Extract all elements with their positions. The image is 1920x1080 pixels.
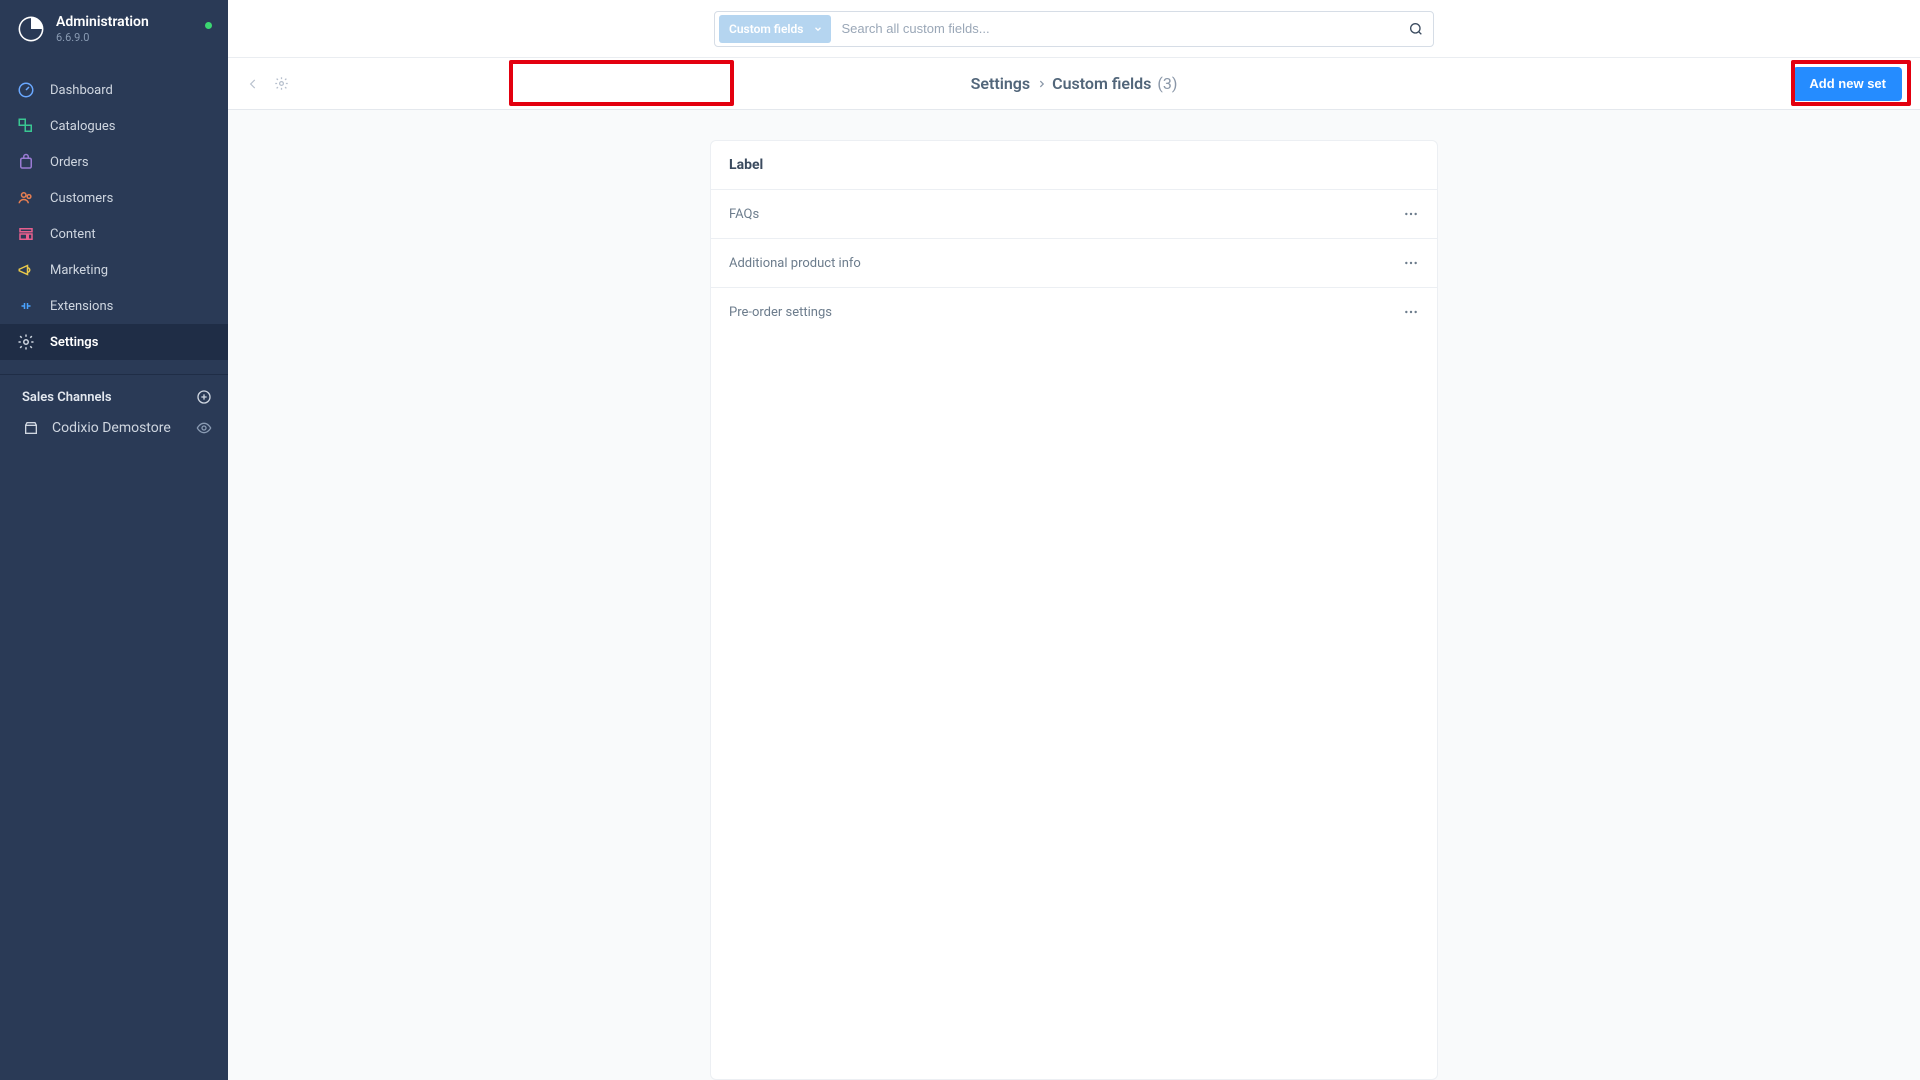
megaphone-icon	[16, 260, 36, 280]
global-search[interactable]: Custom fields	[714, 11, 1434, 47]
layout-icon	[16, 224, 36, 244]
app-version: 6.6.9.0	[56, 31, 149, 44]
nav-label: Catalogues	[50, 119, 116, 134]
breadcrumb-leaf: Custom fields	[1052, 74, 1151, 93]
main-area: Custom fields	[228, 0, 1920, 1080]
app-title: Administration	[56, 14, 149, 30]
row-actions-button[interactable]	[1403, 255, 1419, 271]
chevron-down-icon	[813, 24, 823, 34]
users-icon	[16, 188, 36, 208]
nav-item-content[interactable]: Content	[0, 216, 228, 252]
sales-channels-header: Sales Channels	[0, 375, 228, 413]
nav-label: Orders	[50, 155, 89, 170]
gear-icon	[16, 332, 36, 352]
nav-item-customers[interactable]: Customers	[0, 180, 228, 216]
back-button[interactable]	[246, 77, 260, 91]
nav-label: Marketing	[50, 263, 108, 278]
nav-label: Settings	[50, 335, 98, 350]
table-row[interactable]: Additional product info	[711, 239, 1437, 288]
add-new-set-button[interactable]: Add new set	[1793, 67, 1902, 101]
table-row[interactable]: FAQs	[711, 190, 1437, 239]
nav-item-settings[interactable]: Settings	[0, 324, 228, 360]
table-header-label: Label	[711, 141, 1437, 190]
breadcrumb-root[interactable]: Settings	[971, 74, 1031, 93]
page-header: Settings Custom fields (3) Add new set	[228, 58, 1920, 110]
chevron-right-icon	[1036, 79, 1046, 89]
storefront-icon	[22, 419, 40, 437]
annotation-box	[509, 60, 734, 106]
nav-label: Customers	[50, 191, 113, 206]
bag-icon	[16, 152, 36, 172]
nav-item-marketing[interactable]: Marketing	[0, 252, 228, 288]
status-indicator	[205, 22, 212, 29]
page-settings-button[interactable]	[274, 76, 289, 91]
sidebar-header: Administration 6.6.9.0	[0, 0, 228, 56]
gauge-icon	[16, 80, 36, 100]
eye-icon[interactable]	[196, 420, 212, 436]
custom-field-list: Label FAQs Additional product info Pre-o…	[710, 140, 1438, 1080]
row-label: Additional product info	[729, 256, 861, 271]
search-input[interactable]	[831, 12, 1399, 46]
content: Label FAQs Additional product info Pre-o…	[228, 110, 1920, 1080]
row-label: FAQs	[729, 207, 759, 222]
boxes-icon	[16, 116, 36, 136]
sales-channels-label: Sales Channels	[22, 390, 112, 405]
search-icon[interactable]	[1399, 21, 1433, 37]
add-channel-button[interactable]	[196, 389, 212, 405]
topbar: Custom fields	[228, 0, 1920, 58]
table-row[interactable]: Pre-order settings	[711, 288, 1437, 336]
sidebar: Administration 6.6.9.0 Dashboard Catalog…	[0, 0, 228, 1080]
app-logo[interactable]	[16, 14, 46, 44]
nav-item-orders[interactable]: Orders	[0, 144, 228, 180]
row-actions-button[interactable]	[1403, 304, 1419, 320]
breadcrumb: Settings Custom fields (3)	[971, 74, 1178, 93]
nav-label: Content	[50, 227, 96, 242]
search-scope-label: Custom fields	[729, 22, 803, 36]
sales-channel-item[interactable]: Codixio Demostore	[0, 413, 228, 443]
nav-item-dashboard[interactable]: Dashboard	[0, 72, 228, 108]
nav-label: Extensions	[50, 299, 113, 314]
nav-label: Dashboard	[50, 83, 113, 98]
channel-label: Codixio Demostore	[52, 420, 171, 436]
nav-item-catalogues[interactable]: Catalogues	[0, 108, 228, 144]
row-actions-button[interactable]	[1403, 206, 1419, 222]
main-nav: Dashboard Catalogues Orders	[0, 72, 228, 360]
row-label: Pre-order settings	[729, 305, 832, 320]
breadcrumb-count: (3)	[1157, 74, 1177, 93]
plug-icon	[16, 296, 36, 316]
nav-item-extensions[interactable]: Extensions	[0, 288, 228, 324]
search-scope-pill[interactable]: Custom fields	[719, 15, 831, 43]
